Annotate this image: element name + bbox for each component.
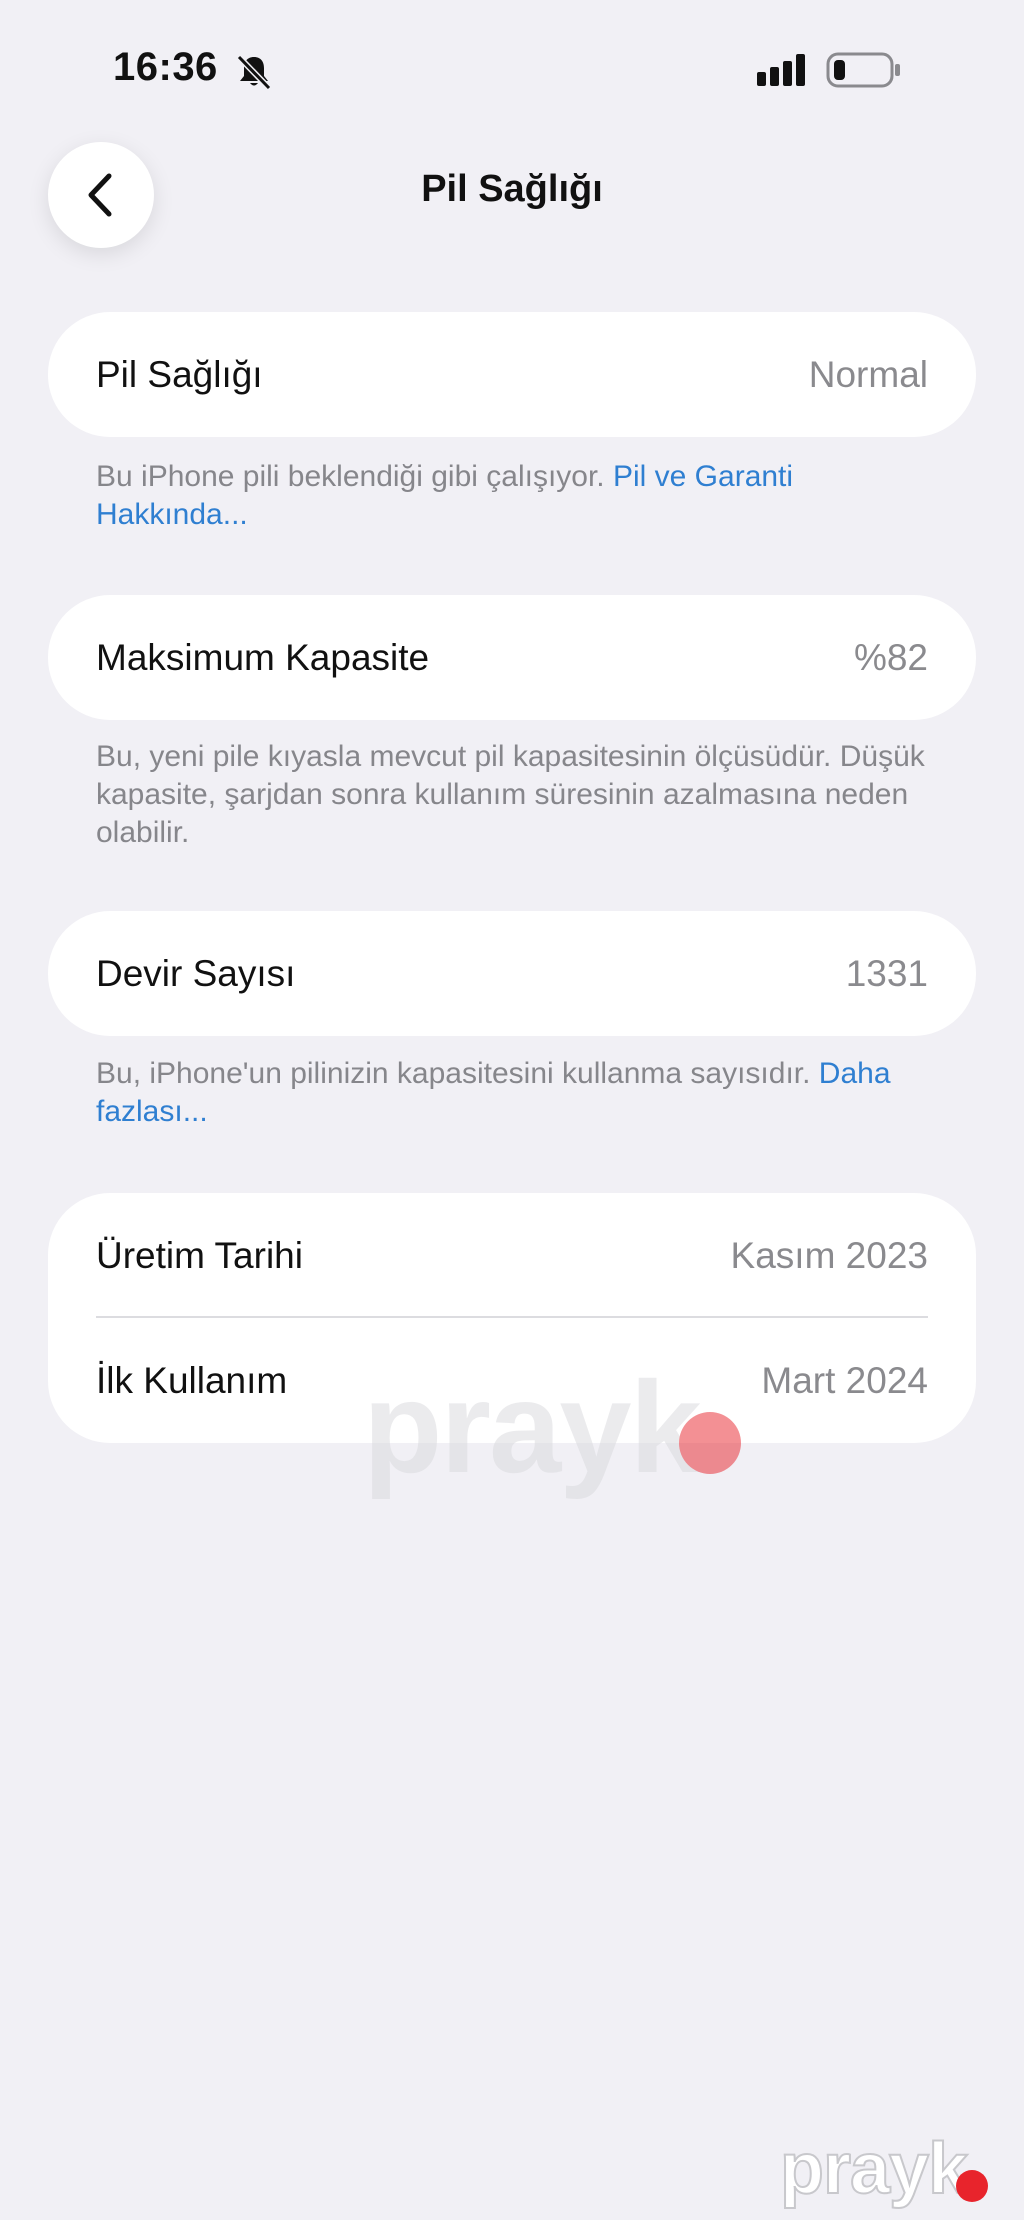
max-capacity-row: Maksimum Kapasite %82 [48,595,976,720]
max-capacity-card: Maksimum Kapasite %82 [48,595,976,720]
max-capacity-footnote-text: Bu, yeni pile kıyasla mevcut pil kapasit… [96,740,925,849]
first-use-value: Mart 2024 [761,1359,928,1401]
cycle-count-footnote-text: Bu, iPhone'un pilinizin kapasitesini kul… [96,1057,819,1090]
battery-health-value: Normal [808,353,928,395]
cycle-count-footnote: Bu, iPhone'un pilinizin kapasitesini kul… [96,1055,936,1131]
battery-health-row: Pil Sağlığı Normal [48,312,976,437]
watermark-logo: prayk [363,1352,763,1522]
bell-slash-icon [236,54,272,91]
corner-watermark-logo: prayk [779,2128,1000,2220]
battery-health-card: Pil Sağlığı Normal [48,312,976,437]
max-capacity-label: Maksimum Kapasite [96,636,430,678]
max-capacity-footnote: Bu, yeni pile kıyasla mevcut pil kapasit… [96,738,936,852]
page-title: Pil Sağlığı [421,168,603,210]
battery-icon [826,52,900,88]
battery-health-footnote-text: Bu iPhone pili beklendiği gibi çalışıyor… [96,460,613,493]
first-use-label: İlk Kullanım [96,1359,288,1401]
corner-watermark-text: prayk [779,2128,969,2210]
cycle-count-value: 1331 [845,952,928,994]
max-capacity-value: %82 [853,636,928,678]
manufacture-date-row: Üretim Tarihi Kasım 2023 [48,1193,976,1318]
corner-watermark-dot [956,2170,988,2202]
manufacture-date-value: Kasım 2023 [730,1234,928,1276]
watermark-dot [679,1412,741,1474]
signal-icon [757,54,805,86]
battery-health-label: Pil Sağlığı [96,353,263,395]
watermark-text: prayk [363,1354,702,1500]
cycle-count-card: Devir Sayısı 1331 [48,911,976,1036]
status-time: 16:36 [113,45,218,89]
cycle-count-row: Devir Sayısı 1331 [48,911,976,1036]
battery-health-footnote: Bu iPhone pili beklendiği gibi çalışıyor… [96,458,936,534]
cycle-count-label: Devir Sayısı [96,952,296,994]
manufacture-date-label: Üretim Tarihi [96,1234,303,1276]
status-bar: 16:36 [0,0,1024,140]
